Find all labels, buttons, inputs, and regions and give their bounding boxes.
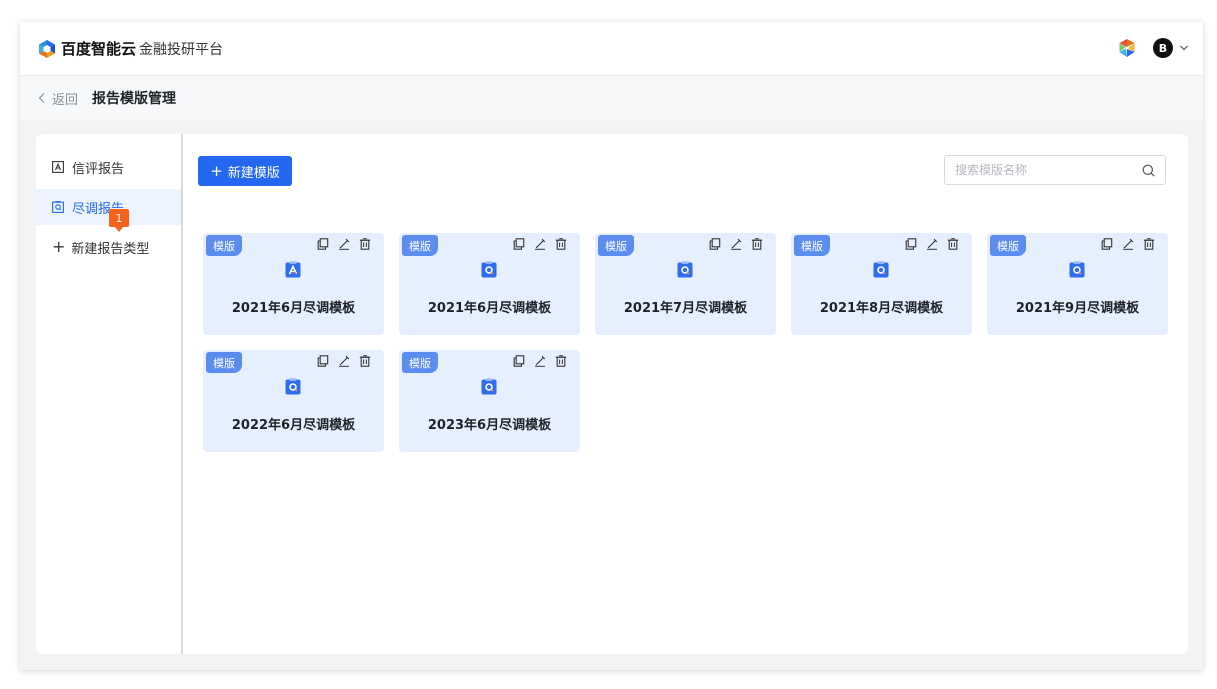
brand-name: 百度智能云 xyxy=(61,40,137,58)
template-tag: 模版 xyxy=(402,235,438,256)
template-tag: 模版 xyxy=(206,352,242,373)
delete-icon[interactable] xyxy=(555,355,567,367)
edit-icon[interactable] xyxy=(534,238,546,250)
copy-icon[interactable] xyxy=(317,355,329,367)
template-title: 2021年8月尽调模板 xyxy=(819,301,944,316)
card-actions xyxy=(504,238,567,250)
doc-search-icon xyxy=(481,261,497,278)
delete-icon[interactable] xyxy=(751,238,763,250)
edit-icon[interactable] xyxy=(338,238,350,250)
back-label: 返回 xyxy=(52,92,79,108)
user-area: B xyxy=(1117,38,1189,58)
copy-icon[interactable] xyxy=(317,238,329,250)
card-actions xyxy=(308,355,371,367)
template-tag: 模版 xyxy=(598,235,634,256)
doc-search-icon xyxy=(873,261,889,278)
template-card[interactable]: 模版 2023年6月尽调模板 xyxy=(399,350,580,452)
template-tag: 模版 xyxy=(206,235,242,256)
app-switcher-icon[interactable] xyxy=(1117,38,1137,58)
delete-icon[interactable] xyxy=(359,238,371,250)
template-card[interactable]: 模版 2021年6月尽调模板 xyxy=(399,233,580,335)
edit-icon[interactable] xyxy=(1122,238,1134,250)
edit-icon[interactable] xyxy=(926,238,938,250)
copy-icon[interactable] xyxy=(1101,238,1113,250)
new-template-button[interactable]: + 新建模版 xyxy=(198,156,292,186)
chevron-down-icon[interactable] xyxy=(1179,43,1189,53)
doc-search-icon xyxy=(677,261,693,278)
avatar[interactable]: B xyxy=(1153,38,1173,58)
template-tag: 模版 xyxy=(990,235,1026,256)
plus-icon: + xyxy=(210,161,223,180)
template-title: 2021年6月尽调模板 xyxy=(231,301,356,316)
doc-a-icon xyxy=(285,261,301,278)
doc-search-icon xyxy=(1069,261,1085,278)
edit-icon[interactable] xyxy=(730,238,742,250)
sidebar-item-label: 信评报告 xyxy=(72,161,125,177)
template-title: 2021年7月尽调模板 xyxy=(623,301,748,316)
template-card[interactable]: 模版 2021年6月尽调模板 xyxy=(203,233,384,335)
copy-icon[interactable] xyxy=(905,238,917,250)
search-icon[interactable] xyxy=(1142,164,1155,177)
doc-search-icon xyxy=(481,378,497,395)
copy-icon[interactable] xyxy=(513,238,525,250)
template-card[interactable]: 模版 2021年9月尽调模板 xyxy=(987,233,1168,335)
baidu-cloud-logo-icon xyxy=(39,39,55,58)
template-title: 2021年6月尽调模板 xyxy=(427,301,552,316)
template-title: 2021年9月尽调模板 xyxy=(1015,301,1140,316)
report-search-icon xyxy=(52,201,64,213)
template-title: 2022年6月尽调模板 xyxy=(231,418,356,433)
search-input[interactable] xyxy=(955,163,1135,177)
add-report-type-button[interactable]: + 新建报告类型 xyxy=(36,229,181,265)
edit-icon[interactable] xyxy=(534,355,546,367)
copy-icon[interactable] xyxy=(513,355,525,367)
plus-icon: + xyxy=(52,237,66,256)
template-tag: 模版 xyxy=(794,235,830,256)
copy-icon[interactable] xyxy=(709,238,721,250)
page-title: 报告模版管理 xyxy=(92,91,177,107)
delete-icon[interactable] xyxy=(1143,238,1155,250)
template-tag: 模版 xyxy=(402,352,438,373)
top-bar: 百度智能云 金融投研平台 B xyxy=(20,22,1203,76)
template-card[interactable]: 模版 2022年6月尽调模板 xyxy=(203,350,384,452)
sidebar-item-credit-report[interactable]: 信评报告 xyxy=(36,149,181,185)
sidebar: 信评报告 尽调报告 1 + 新建报告类型 xyxy=(36,134,183,654)
sub-header: 返回 报告模版管理 xyxy=(20,76,1203,120)
platform-name: 金融投研平台 xyxy=(139,41,224,58)
report-a-icon xyxy=(52,161,64,173)
card-actions xyxy=(700,238,763,250)
card-actions xyxy=(308,238,371,250)
search-box xyxy=(944,155,1166,185)
step-badge: 1 xyxy=(109,209,129,232)
template-card[interactable]: 模版 2021年8月尽调模板 xyxy=(791,233,972,335)
add-report-type-label: 新建报告类型 xyxy=(71,241,150,257)
delete-icon[interactable] xyxy=(555,238,567,250)
template-card[interactable]: 模版 2021年7月尽调模板 xyxy=(595,233,776,335)
template-title: 2023年6月尽调模板 xyxy=(427,418,552,433)
card-actions xyxy=(1092,238,1155,250)
new-template-label: 新建模版 xyxy=(227,165,280,181)
chevron-left-icon xyxy=(38,93,45,103)
edit-icon[interactable] xyxy=(338,355,350,367)
card-actions xyxy=(896,238,959,250)
back-link[interactable]: 返回 xyxy=(38,89,78,108)
logo[interactable]: 百度智能云 金融投研平台 xyxy=(37,38,223,59)
delete-icon[interactable] xyxy=(359,355,371,367)
doc-search-icon xyxy=(285,378,301,395)
card-actions xyxy=(504,355,567,367)
delete-icon[interactable] xyxy=(947,238,959,250)
content-panel: 信评报告 尽调报告 1 + 新建报告类型 + 新建模版 搜索模版名称 模版 20… xyxy=(36,134,1188,654)
app-window: 百度智能云 金融投研平台 B 返回 报告模版管理 信评报告 尽调报告 1 + 新… xyxy=(20,22,1203,670)
